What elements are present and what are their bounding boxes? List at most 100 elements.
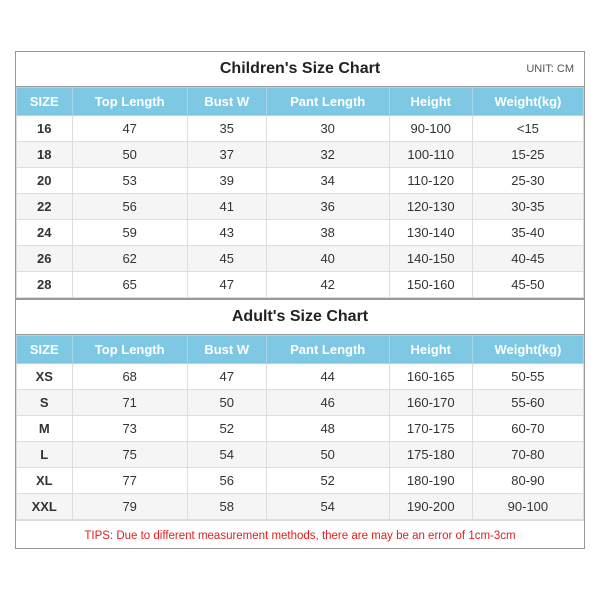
children-row-4: 24594338130-14035-40 <box>17 220 584 246</box>
adult-cell-3-0: L <box>17 442 73 468</box>
children-cell-0-1: 47 <box>72 116 187 142</box>
children-row-1: 18503732100-11015-25 <box>17 142 584 168</box>
children-cell-4-0: 24 <box>17 220 73 246</box>
adult-cell-1-4: 160-170 <box>389 390 472 416</box>
adult-cell-3-1: 75 <box>72 442 187 468</box>
children-cell-5-2: 45 <box>187 246 266 272</box>
children-cell-0-4: 90-100 <box>389 116 472 142</box>
children-cell-2-2: 39 <box>187 168 266 194</box>
children-header-4: Height <box>389 88 472 116</box>
adult-header-1: Top Length <box>72 336 187 364</box>
children-row-5: 26624540140-15040-45 <box>17 246 584 272</box>
children-cell-1-4: 100-110 <box>389 142 472 168</box>
children-cell-2-4: 110-120 <box>389 168 472 194</box>
adult-row-1: S715046160-17055-60 <box>17 390 584 416</box>
children-cell-3-1: 56 <box>72 194 187 220</box>
adult-cell-0-0: XS <box>17 364 73 390</box>
children-cell-3-0: 22 <box>17 194 73 220</box>
children-header-row: SIZETop LengthBust WPant LengthHeightWei… <box>17 88 584 116</box>
adult-cell-4-2: 56 <box>187 468 266 494</box>
adult-cell-2-0: M <box>17 416 73 442</box>
adult-cell-5-2: 58 <box>187 494 266 520</box>
children-cell-6-1: 65 <box>72 272 187 298</box>
adult-header-3: Pant Length <box>266 336 389 364</box>
children-header-5: Weight(kg) <box>472 88 583 116</box>
children-header-1: Top Length <box>72 88 187 116</box>
children-cell-3-2: 41 <box>187 194 266 220</box>
children-cell-0-2: 35 <box>187 116 266 142</box>
children-cell-1-0: 18 <box>17 142 73 168</box>
children-cell-0-5: <15 <box>472 116 583 142</box>
adult-header-2: Bust W <box>187 336 266 364</box>
children-cell-1-5: 15-25 <box>472 142 583 168</box>
size-chart-container: Children's Size Chart UNIT: CM SIZETop L… <box>15 51 585 549</box>
adult-header-row: SIZETop LengthBust WPant LengthHeightWei… <box>17 336 584 364</box>
children-row-0: 1647353090-100<15 <box>17 116 584 142</box>
children-cell-2-5: 25-30 <box>472 168 583 194</box>
children-cell-0-3: 30 <box>266 116 389 142</box>
adult-cell-4-1: 77 <box>72 468 187 494</box>
adult-cell-3-5: 70-80 <box>472 442 583 468</box>
children-header-3: Pant Length <box>266 88 389 116</box>
adult-cell-5-3: 54 <box>266 494 389 520</box>
children-header-2: Bust W <box>187 88 266 116</box>
children-cell-4-5: 35-40 <box>472 220 583 246</box>
children-cell-6-3: 42 <box>266 272 389 298</box>
children-cell-3-3: 36 <box>266 194 389 220</box>
children-cell-4-1: 59 <box>72 220 187 246</box>
tips-row: TIPS: Due to different measurement metho… <box>16 520 584 548</box>
adult-cell-1-3: 46 <box>266 390 389 416</box>
adult-cell-2-1: 73 <box>72 416 187 442</box>
adult-cell-1-0: S <box>17 390 73 416</box>
adult-cell-5-5: 90-100 <box>472 494 583 520</box>
adult-row-0: XS684744160-16550-55 <box>17 364 584 390</box>
adult-cell-3-4: 175-180 <box>389 442 472 468</box>
adult-row-5: XXL795854190-20090-100 <box>17 494 584 520</box>
adult-header-4: Height <box>389 336 472 364</box>
tips-text: TIPS: Due to different measurement metho… <box>84 530 515 542</box>
children-cell-3-4: 120-130 <box>389 194 472 220</box>
children-cell-5-3: 40 <box>266 246 389 272</box>
adult-table: SIZETop LengthBust WPant LengthHeightWei… <box>16 335 584 520</box>
adult-cell-5-1: 79 <box>72 494 187 520</box>
children-cell-4-4: 130-140 <box>389 220 472 246</box>
adult-row-2: M735248170-17560-70 <box>17 416 584 442</box>
children-row-3: 22564136120-13030-35 <box>17 194 584 220</box>
adult-cell-4-0: XL <box>17 468 73 494</box>
children-cell-4-2: 43 <box>187 220 266 246</box>
children-row-2: 20533934110-12025-30 <box>17 168 584 194</box>
adult-cell-0-1: 68 <box>72 364 187 390</box>
children-cell-1-1: 50 <box>72 142 187 168</box>
children-cell-0-0: 16 <box>17 116 73 142</box>
children-cell-6-4: 150-160 <box>389 272 472 298</box>
children-header-0: SIZE <box>17 88 73 116</box>
adult-cell-0-4: 160-165 <box>389 364 472 390</box>
children-chart-title: Children's Size Chart <box>220 60 380 78</box>
children-cell-3-5: 30-35 <box>472 194 583 220</box>
children-cell-2-1: 53 <box>72 168 187 194</box>
children-cell-5-1: 62 <box>72 246 187 272</box>
children-cell-6-0: 28 <box>17 272 73 298</box>
children-cell-4-3: 38 <box>266 220 389 246</box>
children-row-6: 28654742150-16045-50 <box>17 272 584 298</box>
adult-cell-1-2: 50 <box>187 390 266 416</box>
adult-cell-4-4: 180-190 <box>389 468 472 494</box>
adult-row-3: L755450175-18070-80 <box>17 442 584 468</box>
children-cell-2-0: 20 <box>17 168 73 194</box>
adult-chart-title: Adult's Size Chart <box>232 308 368 326</box>
adult-cell-2-4: 170-175 <box>389 416 472 442</box>
adult-row-4: XL775652180-19080-90 <box>17 468 584 494</box>
adult-cell-2-3: 48 <box>266 416 389 442</box>
adult-cell-0-2: 47 <box>187 364 266 390</box>
children-cell-5-4: 140-150 <box>389 246 472 272</box>
adult-title-row: Adult's Size Chart <box>16 298 584 335</box>
adult-cell-1-5: 55-60 <box>472 390 583 416</box>
adult-cell-0-3: 44 <box>266 364 389 390</box>
adult-cell-2-5: 60-70 <box>472 416 583 442</box>
adult-cell-1-1: 71 <box>72 390 187 416</box>
children-cell-6-5: 45-50 <box>472 272 583 298</box>
children-cell-6-2: 47 <box>187 272 266 298</box>
adult-cell-3-3: 50 <box>266 442 389 468</box>
adult-header-5: Weight(kg) <box>472 336 583 364</box>
unit-label: UNIT: CM <box>526 63 574 75</box>
